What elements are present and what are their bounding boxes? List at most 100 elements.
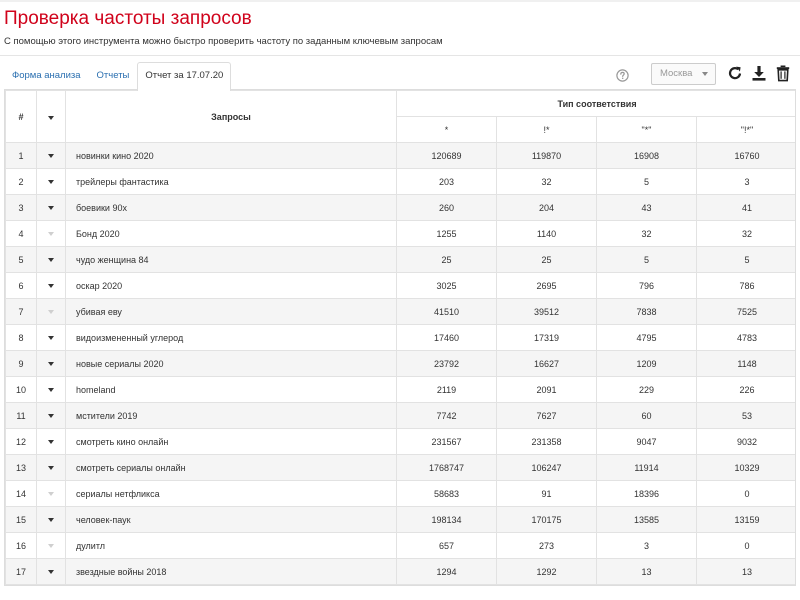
value-broad: 657 (396, 532, 497, 559)
tab-report-date[interactable]: Отчет за 17.07.20 (137, 62, 232, 91)
row-number: 15 (5, 506, 37, 533)
chevron-down-icon[interactable] (48, 232, 54, 237)
chevron-down-icon[interactable] (48, 206, 54, 211)
table-row: 17 звездные войны 2018 1294 1292 13 13 (5, 558, 795, 585)
row-expand-cell[interactable] (36, 480, 66, 507)
page-title: Проверка частоты запросов (4, 8, 252, 29)
refresh-icon[interactable] (727, 64, 743, 82)
row-expand-cell[interactable] (36, 454, 66, 481)
chevron-down-icon[interactable] (48, 388, 54, 393)
query-cell: оскар 2020 (65, 272, 397, 299)
row-expand-cell[interactable] (36, 168, 66, 195)
table-row: 4 Бонд 2020 1255 1140 32 32 (5, 220, 795, 247)
value-phrase: 5 (596, 168, 697, 195)
row-expand-cell[interactable] (36, 220, 66, 247)
row-expand-cell[interactable] (36, 246, 66, 273)
row-expand-cell[interactable] (36, 272, 66, 299)
table-row: 14 сериалы нетфликса 58683 91 18396 0 (5, 480, 795, 507)
value-phrase: 11914 (596, 454, 697, 481)
trash-icon[interactable] (775, 64, 791, 82)
chevron-down-icon[interactable] (48, 362, 54, 367)
table-row: 12 смотреть кино онлайн 231567 231358 9047 90… (5, 428, 795, 455)
column-header-exact-phrase[interactable]: "!*" (695, 116, 795, 143)
region-select[interactable]: Москва (651, 63, 716, 85)
value-phrase: 13585 (596, 506, 697, 533)
query-cell: трейлеры фантастика (65, 168, 397, 195)
query-cell: убивая еву (65, 298, 397, 325)
column-header-phrase[interactable]: "*" (596, 116, 697, 143)
value-broad: 203 (396, 168, 497, 195)
value-exact-form: 170175 (496, 506, 597, 533)
value-phrase: 3 (596, 532, 697, 559)
value-phrase: 43 (596, 194, 697, 221)
download-icon[interactable] (751, 64, 767, 82)
value-exact-phrase: 3 (695, 168, 795, 195)
column-header-exact-form[interactable]: !* (496, 116, 597, 143)
value-phrase: 13 (596, 558, 697, 585)
chevron-down-icon[interactable] (48, 492, 54, 497)
row-expand-cell[interactable] (36, 142, 66, 169)
value-exact-form: 1140 (496, 220, 597, 247)
row-expand-cell[interactable] (36, 298, 66, 325)
chevron-down-icon[interactable] (48, 466, 54, 471)
column-header-number: # (5, 90, 37, 143)
row-number: 2 (5, 168, 37, 195)
query-cell: мстители 2019 (65, 402, 397, 429)
value-broad: 23792 (396, 350, 497, 377)
chevron-down-icon[interactable] (48, 154, 54, 159)
value-phrase: 796 (596, 272, 697, 299)
value-phrase: 16908 (596, 142, 697, 169)
tab-analysis-form[interactable]: Форма анализа (4, 62, 89, 90)
row-number: 8 (5, 324, 37, 351)
row-number: 11 (5, 402, 37, 429)
tab-reports[interactable]: Отчеты (89, 62, 138, 90)
value-broad: 41510 (396, 298, 497, 325)
table-row: 3 боевики 90х 260 204 43 41 (5, 194, 795, 221)
chevron-down-icon[interactable] (48, 518, 54, 523)
chevron-down-icon[interactable] (48, 115, 54, 120)
chevron-down-icon[interactable] (48, 414, 54, 419)
row-expand-cell[interactable] (36, 558, 66, 585)
value-exact-phrase: 0 (695, 532, 795, 559)
row-number: 4 (5, 220, 37, 247)
query-cell: боевики 90х (65, 194, 397, 221)
chevron-down-icon[interactable] (48, 310, 54, 315)
row-expand-cell[interactable] (36, 350, 66, 377)
chevron-down-icon[interactable] (48, 440, 54, 445)
value-broad: 198134 (396, 506, 497, 533)
row-expand-cell[interactable] (36, 428, 66, 455)
row-expand-cell[interactable] (36, 324, 66, 351)
column-group-match-type: Тип соответствия (395, 90, 795, 117)
column-header-toggle[interactable] (36, 90, 66, 143)
row-number: 5 (5, 246, 37, 273)
top-border (0, 0, 800, 2)
row-number: 16 (5, 532, 37, 559)
chevron-down-icon[interactable] (48, 180, 54, 185)
row-expand-cell[interactable] (36, 532, 66, 559)
chevron-down-icon[interactable] (48, 544, 54, 549)
value-broad: 120689 (396, 142, 497, 169)
row-number: 17 (5, 558, 37, 585)
value-exact-form: 32 (496, 168, 597, 195)
value-broad: 3025 (396, 272, 497, 299)
chevron-down-icon[interactable] (48, 336, 54, 341)
table-row: 16 дулитл 657 273 3 0 (5, 532, 795, 559)
row-expand-cell[interactable] (36, 402, 66, 429)
value-exact-phrase: 226 (695, 376, 795, 403)
row-expand-cell[interactable] (36, 194, 66, 221)
value-phrase: 60 (596, 402, 697, 429)
question-circle-icon[interactable] (616, 69, 629, 82)
chevron-down-icon[interactable] (48, 570, 54, 575)
column-header-broad[interactable]: * (396, 116, 497, 143)
chevron-down-icon[interactable] (48, 258, 54, 263)
row-expand-cell[interactable] (36, 506, 66, 533)
value-exact-form: 17319 (496, 324, 597, 351)
column-header-queries[interactable]: Запросы (65, 90, 397, 143)
row-expand-cell[interactable] (36, 376, 66, 403)
query-cell: человек-паук (65, 506, 397, 533)
value-broad: 1768747 (396, 454, 497, 481)
value-exact-form: 2091 (496, 376, 597, 403)
results-table-container: # Запросы Тип соответствия * !* "*" "!*"… (4, 90, 796, 586)
chevron-down-icon[interactable] (48, 284, 54, 289)
row-number: 13 (5, 454, 37, 481)
